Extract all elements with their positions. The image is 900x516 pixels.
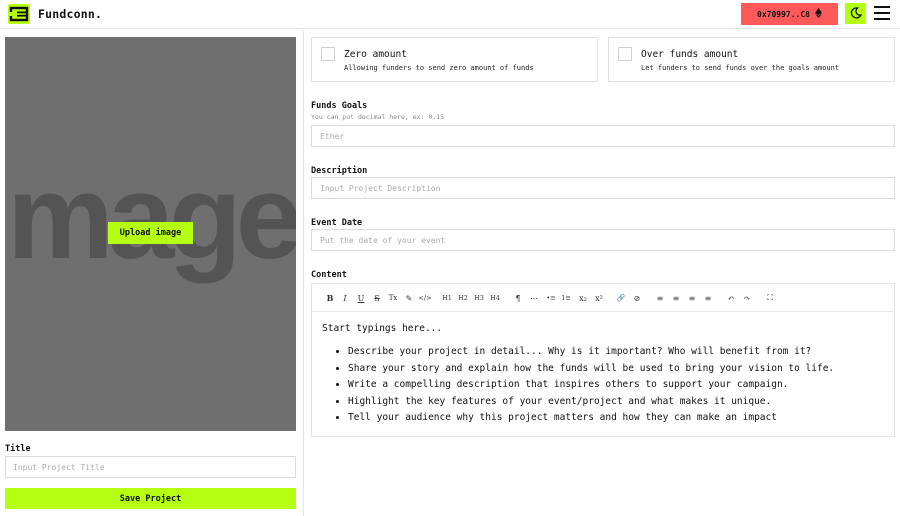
zero-amount-checkbox[interactable] [321,47,335,61]
title-label: Title [5,444,31,454]
brand-name[interactable]: Fundconn. [38,7,102,21]
rich-text-editor[interactable]: B I U S Tx ✎ </> H1 H2 H3 H4 ¶ ⋯ •≡ 1≡ x… [311,283,895,437]
editor-bullet-list: Describe your project in detail... Why i… [322,344,884,427]
ethereum-icon [814,8,822,20]
heading-4-icon[interactable]: H4 [490,292,500,304]
event-date-input[interactable]: Put the date of your event [311,229,895,251]
italic-icon[interactable]: I [341,292,349,304]
ordered-list-icon[interactable]: 1≡ [561,292,571,304]
underline-icon[interactable]: U [357,292,365,304]
content-label: Content [311,270,347,280]
heading-2-icon[interactable]: H2 [458,292,468,304]
bold-icon[interactable]: B [326,292,334,304]
editor-content[interactable]: Start typings here... Describe your proj… [322,323,884,427]
superscript-icon[interactable]: x² [594,292,604,304]
over-funds-option[interactable]: Over funds amount Let funders to send fu… [608,37,895,82]
redo-icon[interactable]: ↷ [742,292,752,304]
over-funds-checkbox[interactable] [618,47,632,61]
fundconn-logo-icon[interactable] [8,4,30,24]
hamburger-menu-icon[interactable] [874,6,890,20]
funds-goals-hint: You can put decimal here, ex: 0.15 [311,113,445,121]
highlight-icon[interactable]: ✎ [404,292,414,304]
list-item: Write a compelling description that insp… [348,377,884,394]
image-placeholder-text: mage [7,150,296,284]
zero-amount-option[interactable]: Zero amount Allowing funders to send zer… [311,37,598,82]
list-item: Share your story and explain how the fun… [348,361,884,378]
option-description: Let funders to send funds over the goals… [641,64,840,72]
top-navbar: Fundconn. 0x70997..C8 [0,0,900,29]
heading-1-icon[interactable]: H1 [442,292,452,304]
option-title: Zero amount [344,49,407,60]
align-justify-icon[interactable]: ≡ [703,292,713,304]
wallet-address-button[interactable]: 0x70997..C8 [741,3,838,25]
fullscreen-icon[interactable]: ⛶ [765,292,775,304]
paragraph-icon[interactable]: ¶ [513,292,523,304]
link-icon[interactable]: 🔗 [616,292,626,304]
code-icon[interactable]: </> [418,292,431,304]
align-left-icon[interactable]: ≡ [655,292,665,304]
project-title-input[interactable]: Input Project Title [5,456,296,478]
option-description: Allowing funders to send zero amount of … [344,64,534,72]
heading-3-icon[interactable]: H3 [474,292,484,304]
clear-format-icon[interactable]: Tx [388,292,398,304]
strikethrough-icon[interactable]: S [373,292,381,304]
image-upload-area[interactable]: mage Upload image [5,37,296,431]
description-label: Description [311,166,368,176]
option-title: Over funds amount [641,49,739,60]
align-center-icon[interactable]: ≡ [671,292,681,304]
moon-icon [850,4,862,23]
event-date-label: Event Date [311,218,363,228]
list-item: Tell your audience why this project matt… [348,410,884,427]
editor-intro-text: Start typings here... [322,323,443,334]
more-icon[interactable]: ⋯ [529,292,539,304]
upload-image-button[interactable]: Upload image [108,222,193,244]
save-project-button[interactable]: Save Project [5,488,296,509]
list-item: Describe your project in detail... Why i… [348,344,884,361]
description-input[interactable]: Input Project Description [311,177,895,199]
theme-toggle-button[interactable] [845,3,866,24]
funds-goals-input[interactable]: Ether [311,125,895,147]
list-item: Highlight the key features of your event… [348,394,884,411]
left-panel: mage Upload image Title Input Project Ti… [0,30,304,516]
align-right-icon[interactable]: ≡ [687,292,697,304]
unlink-icon[interactable]: ⊘ [632,292,642,304]
subscript-icon[interactable]: x₂ [578,292,588,304]
undo-icon[interactable]: ↶ [726,292,736,304]
funds-goals-label: Funds Goals [311,101,368,111]
bullet-list-icon[interactable]: •≡ [546,292,556,304]
wallet-address-label: 0x70997..C8 [757,9,810,19]
editor-toolbar: B I U S Tx ✎ </> H1 H2 H3 H4 ¶ ⋯ •≡ 1≡ x… [312,284,894,312]
